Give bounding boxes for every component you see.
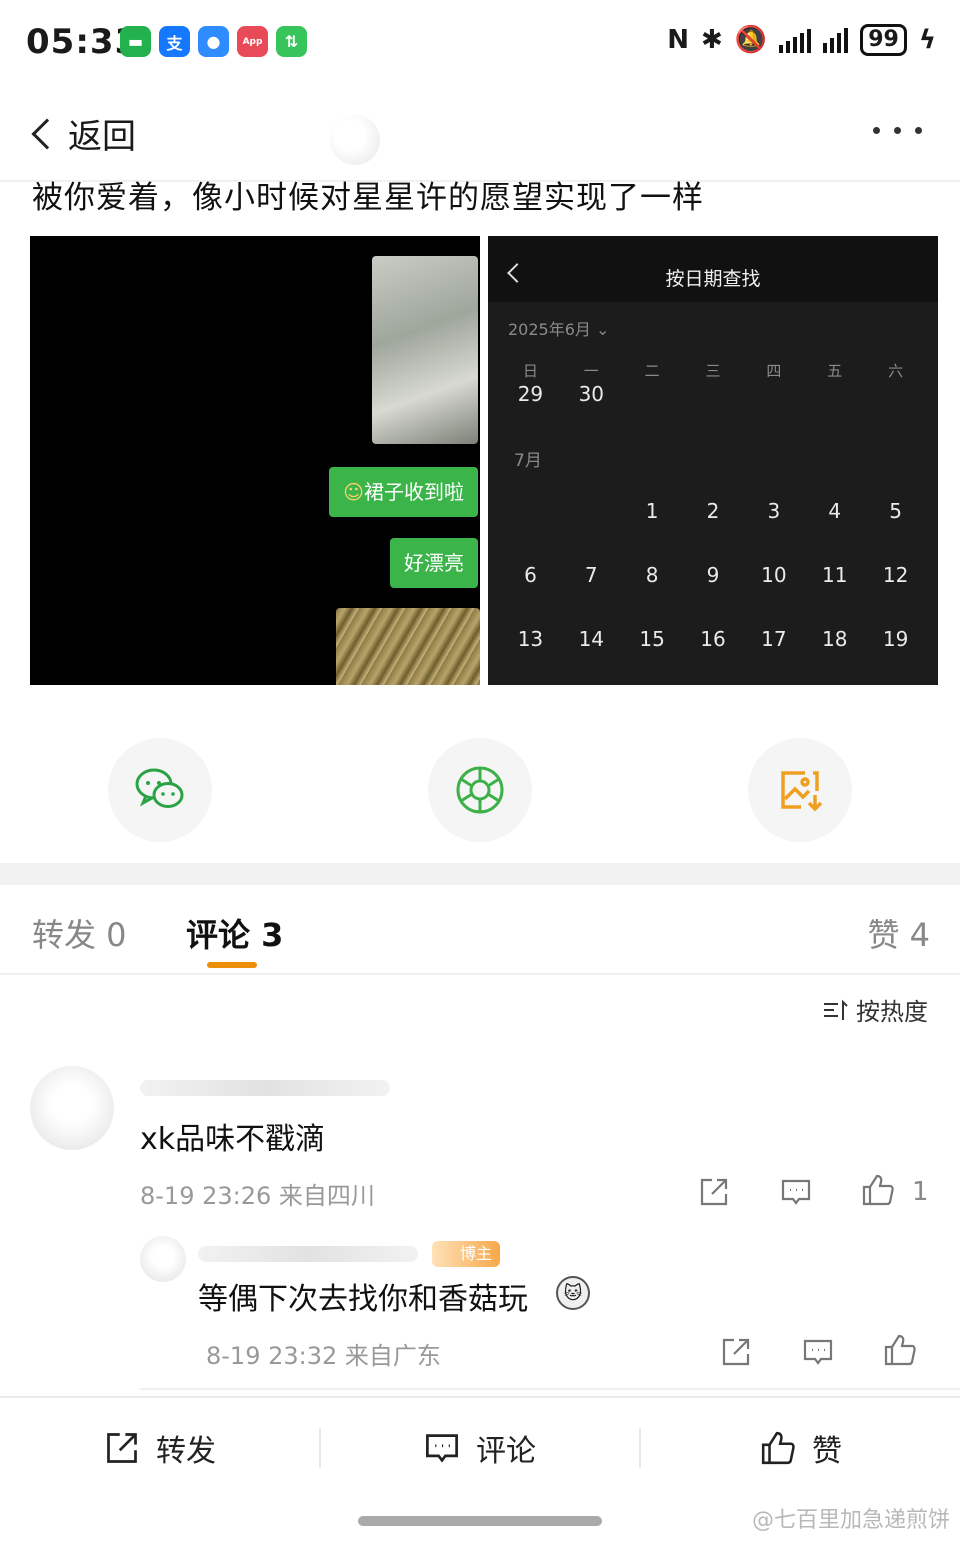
more-dot-icon [894,127,901,134]
home-indicator[interactable] [358,1516,602,1526]
reply-username[interactable] [198,1246,418,1262]
comment-meta: 8-19 23:26 来自四川 [140,1182,375,1210]
reply-like-button[interactable] [882,1332,918,1368]
calendar-month-label: 7月 [514,451,542,471]
wechat-icon [135,768,184,808]
post-text: 被你爱着，像小时候对星星许的愿望实现了一样 [32,180,704,216]
thumbs-up-icon [761,1431,795,1465]
messages-app-icon: ● [198,26,229,57]
comment-reply-button[interactable] [778,1174,814,1210]
share-out-icon [107,1433,137,1463]
calendar-title: 按日期查找 [665,268,761,290]
sort-label: 按热度 [856,998,928,1026]
calendar-header: 按日期查找 [488,236,938,302]
wechat-app-icon: ▬ [120,26,151,57]
comment-like-button[interactable] [860,1172,896,1208]
chat-bubble: ☺裙子收到啦 [329,467,478,517]
active-tab-indicator [207,962,257,968]
repost-label: 转发 [156,1434,216,1469]
signal-icon-2 [823,27,849,53]
back-label: 返回 [68,117,136,157]
mute-bell-icon: 🔕 [734,25,768,55]
commenter-avatar[interactable] [30,1066,114,1150]
share-moments-button[interactable] [428,738,532,842]
like-label: 赞 [812,1434,842,1469]
like-button[interactable]: 赞 [760,1426,842,1470]
reply-share-button[interactable] [718,1334,754,1370]
emoji-icon: ☺ [343,480,364,504]
battery-indicator: 99 [860,24,907,56]
calendar-row: 13 14 15 16 17 18 19 [517,627,909,651]
save-image-button[interactable] [748,738,852,842]
thumbs-up-icon [862,1174,894,1206]
notification-app-icons: ▬ 支 ● App ⇅ [120,26,307,57]
calendar-month-select: 2025年6月 ⌄ [508,320,610,339]
reply-comment-icon [781,1179,811,1205]
chevron-down-icon: ⌄ [596,320,610,339]
appgallery-app-icon: App [237,26,268,57]
author-avatar[interactable] [330,115,380,165]
comment-like-count: 1 [912,1177,929,1207]
signal-icon-1 [779,27,812,53]
tab-comment[interactable]: 评论 3 [186,910,283,956]
interaction-tabs: 转发 0 评论 3 赞 4 [0,900,960,974]
comment-button[interactable]: 评论 [424,1426,536,1470]
sort-button[interactable]: 按热度 [822,992,928,1027]
reply-comment-icon [803,1339,833,1365]
reply-divider [140,1388,960,1390]
bottom-action-bar: 转发 评论 赞 [0,1398,960,1498]
cat-emoji-icon: 🐱 [556,1276,590,1310]
bluetooth-icon: ✱ [701,25,723,55]
watermark: @七百里加急递煎饼 [751,1508,950,1533]
share-wechat-button[interactable] [108,738,212,842]
chevron-left-icon [31,117,63,150]
post-image-chat[interactable]: ☺裙子收到啦 好漂亮 [30,236,480,685]
tab-repost[interactable]: 转发 0 [32,910,127,956]
calendar-row: 12345 [645,499,902,523]
comment-icon [426,1434,458,1463]
calendar-row-june: 29 30 [517,382,605,406]
repost-button[interactable]: 转发 [104,1426,216,1470]
blogger-badge: 博主 [432,1241,501,1267]
share-row [0,738,960,842]
chat-photo-dress [372,256,478,444]
share-out-icon [700,1178,728,1206]
nfc-icon: N [667,25,690,55]
tab-like[interactable]: 赞 4 [867,910,930,956]
save-image-icon [781,771,823,812]
reply-text: 等偶下次去找你和香菇玩 [198,1282,528,1317]
sort-icon [824,999,848,1020]
commenter-username[interactable] [140,1080,390,1096]
thumbs-up-icon [884,1334,916,1366]
chat-bubble: 好漂亮 [390,538,478,588]
more-options-button[interactable] [873,127,922,134]
reply-avatar[interactable] [140,1236,186,1282]
reply-comment-button[interactable] [800,1334,836,1370]
data-transfer-app-icon: ⇅ [276,26,307,57]
alipay-app-icon: 支 [159,26,190,57]
bottom-separator [319,1428,321,1468]
comment-text: xk品味不戳滴 [140,1122,326,1157]
reply-meta: 8-19 23:32 来自广东 [206,1342,441,1370]
more-dot-icon [915,127,922,134]
bottom-separator [639,1428,641,1468]
status-bar: 05:33 ▬ 支 ● App ⇅ N ✱ 🔕 99 ϟ [0,0,960,88]
post-image-calendar[interactable]: 按日期查找 2025年6月 ⌄ 日一二三四五六 29 30 7月 12345 67… [488,236,938,685]
system-icons: N ✱ 🔕 99 ϟ [667,24,936,56]
section-gap [0,863,960,885]
charging-icon: ϟ [918,25,936,55]
more-dot-icon [873,127,880,134]
calendar-row: 6 7 8 9 10 11 12 [524,563,909,587]
share-out-icon [722,1338,750,1366]
comment-share-button[interactable] [696,1174,732,1210]
nav-bar: 返回 [0,95,960,175]
moments-icon [456,766,504,814]
back-button[interactable]: 返回 [28,109,136,158]
chat-photo-fabric [336,608,480,685]
tabs-divider [0,973,960,975]
comment-label: 评论 [476,1434,536,1469]
calendar-weekdays: 日一二三四五六 [522,362,904,380]
